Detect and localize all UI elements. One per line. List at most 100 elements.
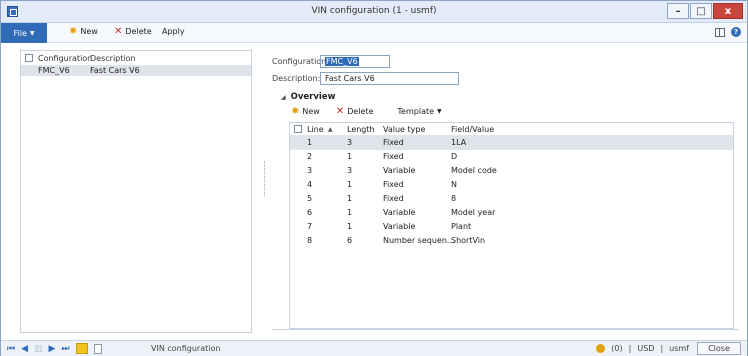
delete-button[interactable]: ✕ Delete bbox=[114, 25, 152, 37]
header-value-type[interactable]: Value type bbox=[383, 125, 425, 134]
template-label: Template bbox=[397, 107, 435, 116]
select-all-checkbox[interactable] bbox=[25, 54, 33, 62]
company[interactable]: usmf bbox=[669, 344, 689, 353]
list-item-configuration: FMC_V6 bbox=[38, 66, 70, 75]
window-title: VIN configuration (1 - usmf) bbox=[311, 6, 437, 16]
first-record-icon[interactable]: ⏮ bbox=[7, 344, 15, 354]
status-bar: ⏮ ◀ ▥ ▶ ⏭ VIN configuration (0) | USD | … bbox=[1, 340, 747, 356]
table-row[interactable]: 7 1 Variable Plant bbox=[290, 220, 733, 234]
cell-value-type: Variable bbox=[383, 222, 416, 231]
edit-mode-icon[interactable] bbox=[75, 343, 88, 354]
minimize-button[interactable]: – bbox=[667, 3, 689, 19]
title-bar: VIN configuration (1 - usmf) – □ x bbox=[1, 1, 747, 23]
delete-label: Delete bbox=[125, 27, 152, 36]
window-controls: – □ x bbox=[667, 3, 743, 19]
maximize-button[interactable]: □ bbox=[690, 3, 712, 19]
overview-new-button[interactable]: ✸ New bbox=[291, 105, 320, 117]
ribbon: File ▼ ✸ New ✕ Delete Apply ? bbox=[1, 23, 747, 43]
layout-icon[interactable] bbox=[715, 27, 725, 37]
description-value: Fast Cars V6 bbox=[325, 74, 375, 83]
list-header-description: Description bbox=[90, 53, 136, 63]
apply-button[interactable]: Apply bbox=[162, 27, 185, 36]
header-length[interactable]: Length bbox=[347, 125, 375, 134]
cell-field-value: ShortVin bbox=[451, 236, 486, 245]
last-record-icon[interactable]: ⏭ bbox=[61, 344, 69, 354]
cell-length: 3 bbox=[347, 166, 353, 175]
cell-field-value: D bbox=[451, 152, 458, 161]
cell-length: 1 bbox=[347, 194, 353, 203]
cell-value-type: Fixed bbox=[383, 180, 404, 189]
table-row[interactable]: 1 3 Fixed 1LA bbox=[290, 136, 733, 150]
previous-record-icon[interactable]: ◀ bbox=[21, 344, 28, 354]
dropdown-arrow-icon: ▼ bbox=[437, 108, 442, 115]
template-menu-button[interactable]: Template ▼ bbox=[398, 107, 442, 116]
notification-bell-icon[interactable] bbox=[596, 344, 606, 353]
status-info: (0) | USD | usmf bbox=[596, 344, 689, 353]
details-divider bbox=[272, 329, 739, 330]
new-star-icon: ✸ bbox=[291, 105, 300, 117]
table-row[interactable]: 8 6 Number sequen... ShortVin bbox=[290, 234, 733, 248]
configuration-field-row: Configuration: FMC_V6 bbox=[272, 55, 390, 68]
table-row[interactable]: 6 1 Variable Model year bbox=[290, 206, 733, 220]
table-row[interactable]: 5 1 Fixed 8 bbox=[290, 192, 733, 206]
file-label: File bbox=[13, 28, 27, 38]
cell-length: 3 bbox=[347, 138, 353, 147]
record-navigation: ⏮ ◀ ▥ ▶ ⏭ bbox=[7, 343, 102, 354]
file-menu-button[interactable]: File ▼ bbox=[1, 23, 47, 43]
cell-field-value: 8 bbox=[451, 194, 457, 203]
close-window-button[interactable]: x bbox=[713, 3, 743, 19]
cell-line: 6 bbox=[307, 208, 313, 217]
overview-delete-label: Delete bbox=[347, 107, 374, 116]
cell-value-type: Variable bbox=[383, 166, 416, 175]
cell-line: 2 bbox=[307, 152, 313, 161]
details-pane: Configuration: FMC_V6 Description: Fast … bbox=[269, 50, 742, 333]
configuration-list: Configuration Description FMC_V6 Fast Ca… bbox=[20, 50, 252, 333]
cell-value-type: Fixed bbox=[383, 194, 404, 203]
cell-field-value: 1LA bbox=[451, 138, 467, 147]
record-position-icon: ▥ bbox=[34, 343, 43, 354]
list-header: Configuration Description bbox=[21, 51, 251, 65]
form-name: VIN configuration bbox=[151, 344, 221, 353]
new-button[interactable]: ✸ New bbox=[69, 26, 98, 36]
cell-length: 1 bbox=[347, 222, 353, 231]
configuration-label: Configuration: bbox=[272, 57, 329, 66]
next-record-icon[interactable]: ▶ bbox=[49, 344, 56, 354]
help-icon[interactable]: ? bbox=[731, 27, 741, 37]
cell-value-type: Fixed bbox=[383, 152, 404, 161]
pane-splitter[interactable] bbox=[264, 161, 266, 197]
dropdown-arrow-icon: ▼ bbox=[29, 29, 35, 37]
header-line[interactable]: Line bbox=[307, 125, 324, 134]
cell-value-type: Variable bbox=[383, 208, 416, 217]
table-row[interactable]: 2 1 Fixed D bbox=[290, 150, 733, 164]
list-header-configuration: Configuration bbox=[38, 53, 93, 63]
table-row[interactable]: 3 3 Variable Model code bbox=[290, 164, 733, 178]
separator: | bbox=[660, 344, 664, 353]
overview-toolbar: ✸ New ✕ Delete Template ▼ bbox=[291, 105, 442, 117]
close-button[interactable]: Close bbox=[697, 342, 741, 355]
apply-label: Apply bbox=[162, 27, 185, 36]
separator: | bbox=[628, 344, 632, 353]
currency[interactable]: USD bbox=[637, 344, 654, 353]
cell-line: 7 bbox=[307, 222, 313, 231]
table-row[interactable]: 4 1 Fixed N bbox=[290, 178, 733, 192]
cell-length: 1 bbox=[347, 208, 353, 217]
cell-line: 8 bbox=[307, 236, 313, 245]
cell-length: 1 bbox=[347, 180, 353, 189]
list-item[interactable]: FMC_V6 Fast Cars V6 bbox=[21, 65, 251, 76]
document-icon[interactable] bbox=[93, 343, 102, 354]
description-field-row: Description: Fast Cars V6 bbox=[272, 72, 459, 85]
description-input[interactable]: Fast Cars V6 bbox=[320, 72, 459, 85]
collapse-triangle-icon: ◢ bbox=[281, 93, 286, 101]
overview-delete-button[interactable]: ✕ Delete bbox=[335, 105, 374, 117]
configuration-input[interactable]: FMC_V6 bbox=[320, 55, 390, 68]
grid-select-all-checkbox[interactable] bbox=[294, 125, 302, 133]
ribbon-right-tools: ? bbox=[715, 27, 741, 37]
notification-count[interactable]: (0) bbox=[611, 344, 622, 353]
delete-x-icon: ✕ bbox=[114, 25, 123, 37]
header-field-value[interactable]: Field/Value bbox=[451, 125, 494, 134]
overview-header[interactable]: ◢ Overview bbox=[281, 92, 335, 102]
window: VIN configuration (1 - usmf) – □ x File … bbox=[0, 0, 748, 356]
delete-x-icon: ✕ bbox=[335, 105, 345, 117]
cell-value-type: Number sequen... bbox=[383, 236, 455, 245]
sort-ascending-icon: ▲ bbox=[328, 126, 333, 133]
